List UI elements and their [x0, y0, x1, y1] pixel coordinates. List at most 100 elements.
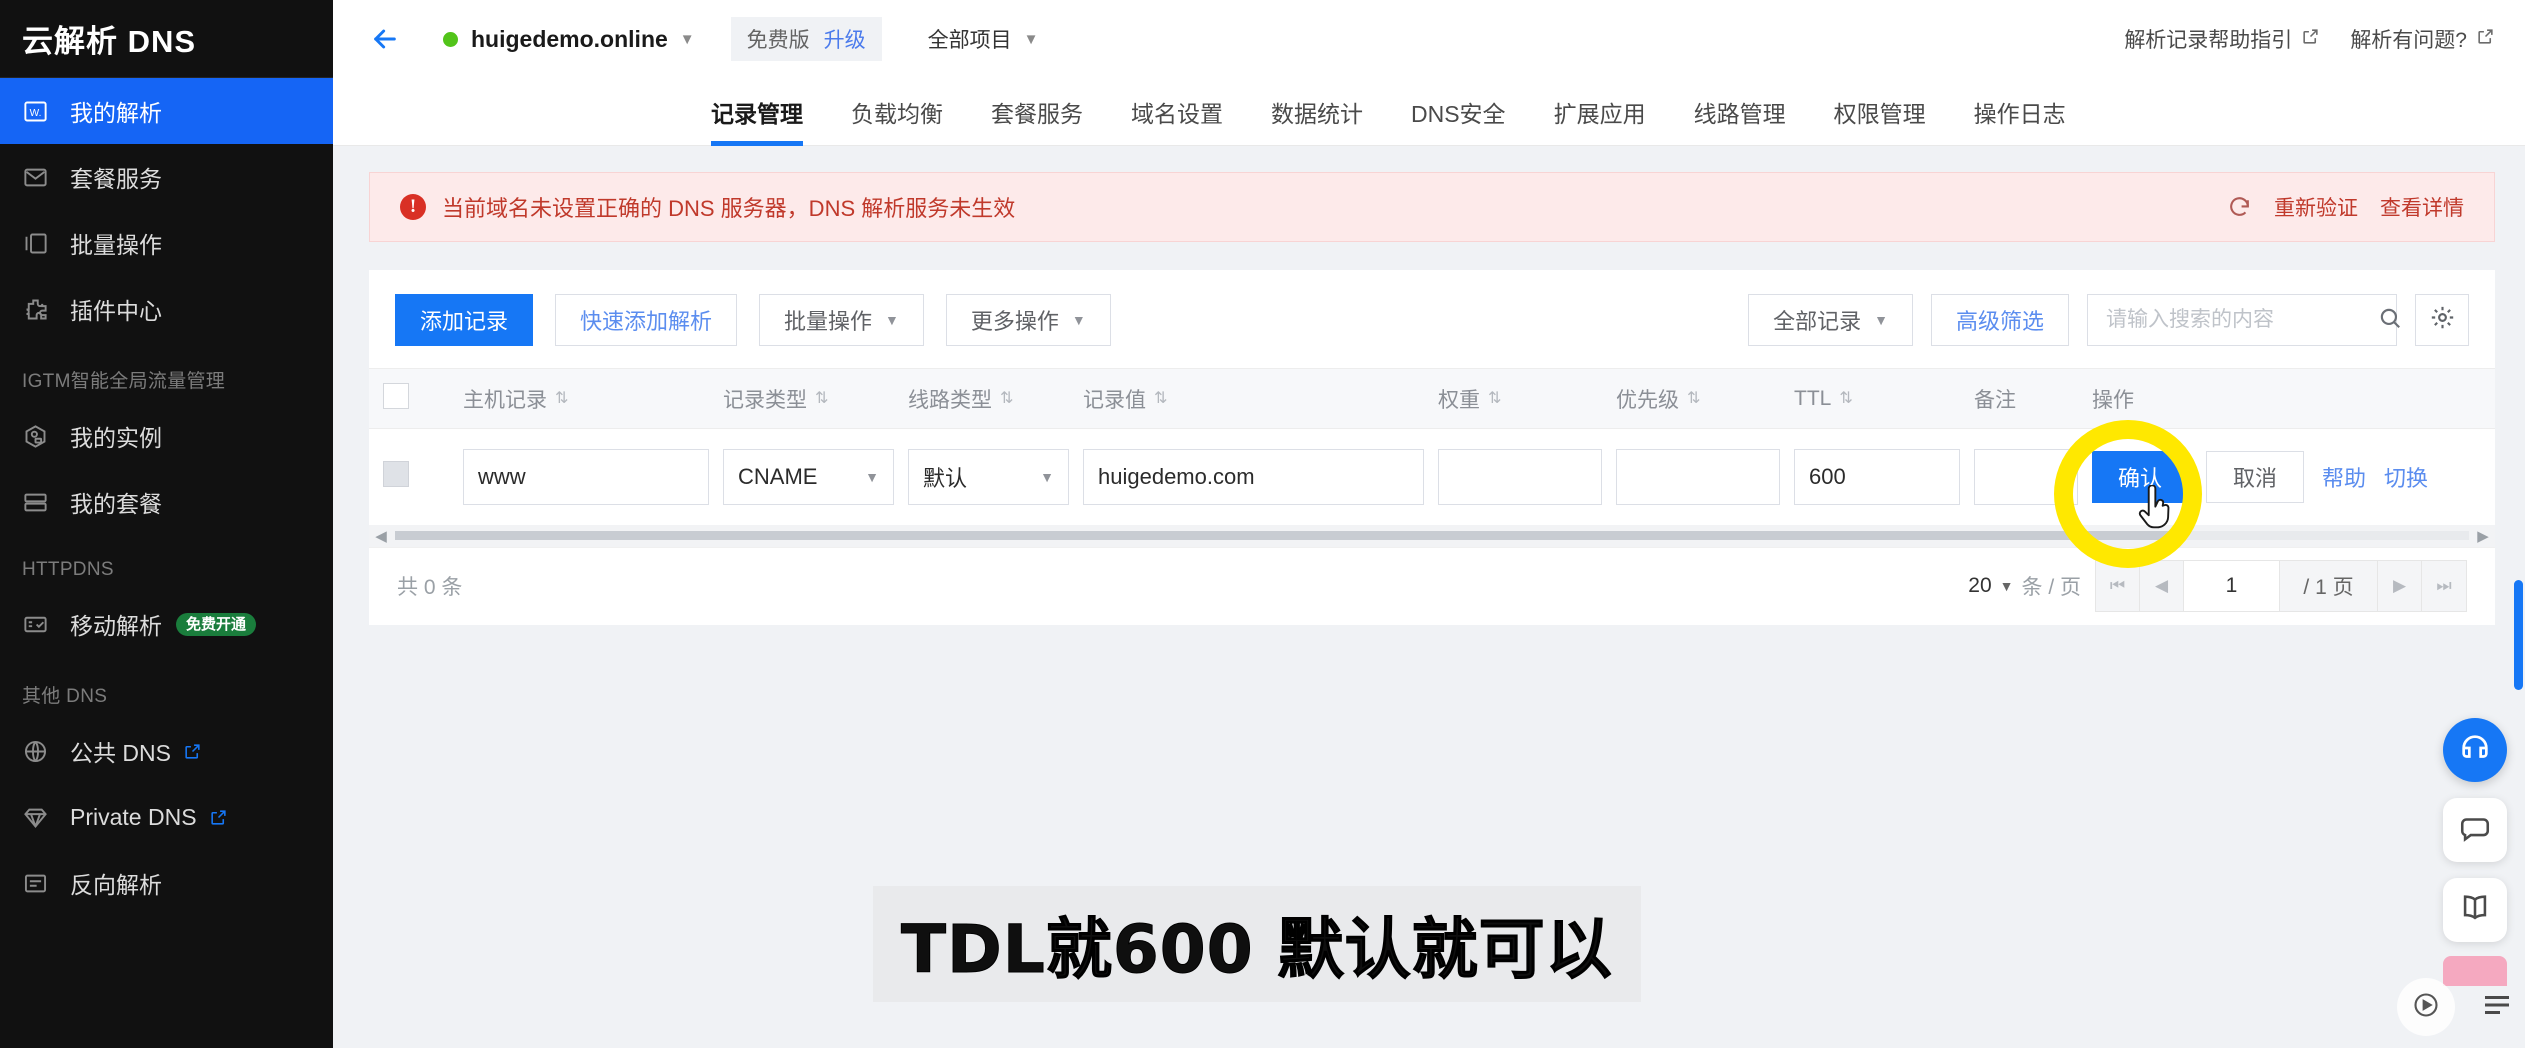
scroll-thumb[interactable] — [395, 531, 2179, 540]
note-input[interactable] — [1974, 448, 2078, 505]
add-record-button[interactable]: 添加记录 — [395, 294, 534, 346]
plan-label: 免费版 — [746, 29, 810, 52]
last-page-button[interactable]: ⏭ — [2422, 561, 2466, 611]
sort-icon[interactable]: ⇅ — [1000, 390, 1013, 407]
record-filter-dropdown[interactable]: 全部记录 ▼ — [1748, 294, 1913, 346]
record-value-input[interactable]: huigedemo.com — [1083, 448, 1424, 505]
th-priority[interactable]: 优先级 ⇅ — [1602, 368, 1780, 429]
scroll-left-arrow-icon[interactable]: ◀ — [369, 527, 393, 545]
ttl-input[interactable]: 600 — [1794, 448, 1960, 505]
sort-icon[interactable]: ⇅ — [1687, 390, 1700, 407]
th-weight[interactable]: 权重 ⇅ — [1424, 368, 1602, 429]
quick-add-resolve-button[interactable]: 快速添加解析 — [555, 294, 738, 346]
tab-line-management[interactable]: 线路管理 — [1694, 78, 1786, 146]
sort-icon[interactable]: ⇅ — [815, 390, 828, 407]
chat-support-button[interactable] — [2443, 718, 2507, 782]
help-link[interactable]: 帮助 — [2322, 461, 2366, 493]
batch-operations-dropdown[interactable]: 批量操作 ▼ — [759, 294, 924, 346]
batch-icon — [18, 226, 52, 260]
sidebar-group-other-dns: 其他 DNS — [22, 686, 108, 707]
page-size-select[interactable]: 20 ▼ 条 / 页 — [1968, 571, 2081, 601]
scroll-right-arrow-icon[interactable]: ▶ — [2471, 527, 2495, 545]
sidebar-item-my-instance[interactable]: 我的实例 — [0, 403, 333, 469]
tab-operation-log[interactable]: 操作日志 — [1974, 78, 2066, 146]
sidebar-item-plugin-center[interactable]: 插件中心 — [0, 276, 333, 342]
sidebar-item-public-dns[interactable]: 公共 DNS — [0, 718, 333, 784]
row-checkbox[interactable] — [383, 461, 409, 488]
th-line-type[interactable]: 线路类型 ⇅ — [894, 368, 1069, 429]
chevron-down-icon[interactable]: ▼ — [680, 31, 695, 48]
th-ttl[interactable]: TTL ⇅ — [1780, 368, 1960, 429]
free-activate-badge[interactable]: 免费开通 — [176, 612, 257, 636]
weight-input[interactable] — [1438, 448, 1602, 505]
cell-ttl: 600 — [1780, 428, 1960, 525]
next-page-button[interactable]: ▶ — [2378, 561, 2422, 611]
playlist-button[interactable] — [2479, 987, 2515, 1028]
cell-priority — [1602, 428, 1780, 525]
sort-icon[interactable]: ⇅ — [1839, 390, 1852, 407]
th-record-type[interactable]: 记录类型 ⇅ — [709, 368, 894, 429]
sort-icon[interactable]: ⇅ — [555, 390, 568, 407]
sort-icon[interactable]: ⇅ — [1154, 390, 1167, 407]
w-record-icon: W. — [18, 94, 52, 128]
cell-row-checkbox — [369, 428, 449, 525]
scroll-track[interactable] — [395, 531, 2469, 540]
tab-record-management[interactable]: 记录管理 — [711, 78, 803, 146]
chevron-down-icon: ▼ — [865, 468, 879, 485]
page-scrollbar[interactable] — [2511, 150, 2525, 690]
play-button[interactable] — [2397, 978, 2455, 1036]
table-header-row: 主机记录 ⇅ 记录类型 ⇅ 线路类型 ⇅ 记录值 ⇅ 权重 ⇅ 优先级 ⇅ TTL ⇅ 备注 … — [369, 368, 2495, 429]
sidebar-item-reverse-resolve[interactable]: 反向解析 — [0, 850, 333, 916]
sidebar-item-batch-ops[interactable]: 批量操作 — [0, 210, 333, 276]
cancel-button[interactable]: 取消 — [2206, 450, 2305, 503]
line-type-select[interactable]: 默认 ▼ — [908, 448, 1069, 505]
search-box[interactable] — [2087, 294, 2400, 346]
video-player-bar — [2397, 978, 2515, 1036]
first-page-button[interactable]: ⏮ — [2096, 561, 2140, 611]
reverify-link[interactable]: 重新验证 — [2274, 192, 2358, 222]
th-record-value[interactable]: 记录值 ⇅ — [1069, 368, 1424, 429]
upgrade-link[interactable]: 升级 — [824, 24, 866, 54]
column-settings-button[interactable] — [2415, 294, 2469, 346]
sidebar-item-private-dns[interactable]: Private DNS — [0, 784, 333, 850]
sidebar-item-my-resolve[interactable]: W. 我的解析 — [0, 78, 333, 144]
tab-domain-settings[interactable]: 域名设置 — [1131, 78, 1223, 146]
th-host-record[interactable]: 主机记录 ⇅ — [449, 368, 709, 429]
sidebar-group-igtm: IGTM智能全局流量管理 — [22, 371, 226, 392]
domain-status-dot — [443, 31, 458, 47]
current-page-input[interactable]: 1 — [2184, 561, 2280, 611]
search-input[interactable] — [2106, 308, 2377, 332]
tab-extension-apps[interactable]: 扩展应用 — [1554, 78, 1646, 146]
prev-page-button[interactable]: ◀ — [2140, 561, 2184, 611]
tab-permission-management[interactable]: 权限管理 — [1834, 78, 1926, 146]
record-type-select[interactable]: CNAME ▼ — [723, 448, 894, 505]
project-selector[interactable]: 全部项目 ▼ — [928, 24, 1039, 54]
sidebar-item-mobile-resolve[interactable]: 移动解析 免费开通 — [0, 591, 333, 657]
confirm-button[interactable]: 确认 — [2092, 450, 2189, 503]
dns-warning-message: 当前域名未设置正确的 DNS 服务器，DNS 解析服务未生效 — [442, 196, 1016, 221]
tab-load-balance[interactable]: 负载均衡 — [851, 78, 943, 146]
more-operations-dropdown[interactable]: 更多操作 ▼ — [945, 294, 1111, 346]
advanced-filter-button[interactable]: 高级筛选 — [1930, 294, 2069, 346]
switch-link[interactable]: 切换 — [2384, 461, 2428, 493]
search-icon[interactable] — [2377, 305, 2403, 336]
docs-button[interactable] — [2443, 878, 2507, 942]
page-scrollbar-thumb[interactable] — [2514, 580, 2523, 690]
my-package-icon — [18, 485, 52, 519]
sidebar-item-package-service[interactable]: 套餐服务 — [0, 144, 333, 210]
table-horizontal-scrollbar[interactable]: ◀ ▶ — [369, 524, 2495, 547]
view-detail-link[interactable]: 查看详情 — [2380, 192, 2464, 222]
back-arrow-icon[interactable] — [363, 17, 407, 61]
priority-input[interactable] — [1616, 448, 1780, 505]
sort-icon[interactable]: ⇅ — [1488, 390, 1501, 407]
host-record-input[interactable]: www — [463, 448, 709, 505]
help-guide-link[interactable]: 解析记录帮助指引 — [2124, 24, 2320, 54]
feedback-button[interactable] — [2443, 798, 2507, 862]
resolve-problem-link[interactable]: 解析有问题? — [2350, 24, 2495, 54]
sidebar-item-my-package[interactable]: 我的套餐 — [0, 469, 333, 535]
tab-data-statistics[interactable]: 数据统计 — [1271, 78, 1363, 146]
tab-package-service[interactable]: 套餐服务 — [991, 78, 1083, 146]
chevron-down-icon: ▼ — [885, 312, 899, 328]
select-all-checkbox[interactable] — [383, 382, 409, 409]
tab-dns-security[interactable]: DNS安全 — [1411, 78, 1506, 146]
